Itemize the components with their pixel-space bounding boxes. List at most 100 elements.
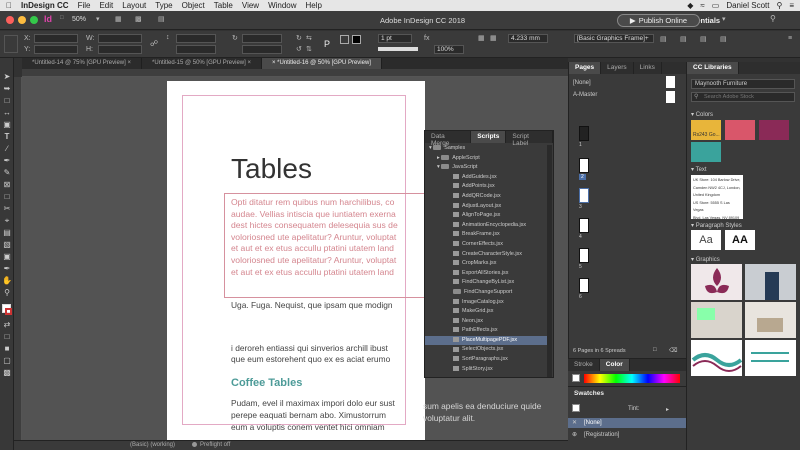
app-menu[interactable]: InDesign CC xyxy=(21,1,69,10)
fill-color-icon[interactable] xyxy=(572,374,580,382)
script-item[interactable]: AddGuides.jsx xyxy=(425,173,547,183)
trash-icon[interactable]: ⌫ xyxy=(669,347,677,354)
reference-P-icon[interactable]: P xyxy=(324,39,330,49)
folder-applescript[interactable]: ▸ AppleScript xyxy=(425,154,547,164)
stroke-weight-input[interactable]: 1 pt xyxy=(378,34,412,43)
rotation-input[interactable] xyxy=(242,34,282,43)
script-item[interactable]: CreateCharacterStyle.jsx xyxy=(425,250,547,260)
menu-type[interactable]: Type xyxy=(155,1,172,10)
pen-tool-icon[interactable]: ✒ xyxy=(2,156,12,166)
direct-selection-tool-icon[interactable]: ➥ xyxy=(2,84,12,94)
shear-input[interactable] xyxy=(242,45,282,54)
body-paragraph-2-line-2[interactable]: que eum estorehent quo ex es aciat erumo xyxy=(231,354,390,366)
flip-vertical-icon[interactable]: ⇅ xyxy=(306,45,312,53)
text-wrap-icon[interactable]: ▦ xyxy=(478,34,485,42)
scrollbar[interactable] xyxy=(547,145,552,377)
color-swatch-plum[interactable] xyxy=(759,120,789,140)
menu-table[interactable]: Table xyxy=(214,1,233,10)
formatting-container-icon[interactable]: □ xyxy=(2,332,12,342)
search-icon[interactable]: ⚲ xyxy=(770,14,776,23)
tab-pages[interactable]: Pages xyxy=(569,62,602,74)
graphic-photo-interior[interactable] xyxy=(745,302,796,338)
gap-tool-icon[interactable]: ↔ xyxy=(2,108,12,118)
tab-layers[interactable]: Layers xyxy=(601,62,634,74)
page-style-status[interactable]: (Basic) (working) xyxy=(130,442,175,448)
publish-online-button[interactable]: ▶ Publish Online xyxy=(617,14,700,27)
script-item[interactable]: BreakFrame.jsx xyxy=(425,230,547,240)
tab-stroke[interactable]: Stroke xyxy=(568,359,600,371)
script-item[interactable]: FindChangeSupport xyxy=(425,288,547,298)
tab-cc-libraries[interactable]: CC Libraries xyxy=(687,62,739,74)
script-item[interactable]: AddPoints.jsx xyxy=(425,182,547,192)
type-tool-icon[interactable]: T xyxy=(2,132,12,142)
scale-y-input[interactable] xyxy=(176,45,216,54)
scissors-tool-icon[interactable]: ✂ xyxy=(2,204,12,214)
paragraph-style-aa-light[interactable]: Aa xyxy=(691,230,721,250)
rotate-clockwise-icon[interactable]: ↻ xyxy=(296,34,302,42)
graphic-wave-pattern[interactable] xyxy=(691,340,743,376)
fill-color-icon[interactable] xyxy=(572,404,580,412)
text-asset-address[interactable]: UK Store: 104 Barlow Drive, Camden NW2 4… xyxy=(691,175,743,220)
free-transform-tool-icon[interactable]: ⌖ xyxy=(2,216,12,226)
tab-links[interactable]: Links xyxy=(634,62,662,74)
close-window-icon[interactable] xyxy=(6,16,14,24)
note-tool-icon[interactable]: ▣ xyxy=(2,252,12,262)
script-item[interactable]: CornerEffects.jsx xyxy=(425,240,547,250)
master-none[interactable]: [None] xyxy=(573,80,591,86)
object-style-dropdown[interactable]: [Basic Graphics Frame]+ xyxy=(574,34,654,43)
fill-swatch-icon[interactable] xyxy=(340,35,349,44)
swap-fill-stroke-icon[interactable]: ⇄ xyxy=(2,320,12,330)
stock-search-input[interactable]: Search Adobe Stock xyxy=(691,92,795,102)
dropbox-icon[interactable]: ◆ xyxy=(687,1,693,10)
tab-script-label[interactable]: Script Label xyxy=(506,131,553,147)
rectangle-tool-icon[interactable]: □ xyxy=(2,192,12,202)
zoom-tool-icon[interactable]: ⚲ xyxy=(2,288,12,298)
height-input[interactable] xyxy=(98,45,142,54)
script-item[interactable]: PathEffects.jsx xyxy=(425,326,547,336)
graphic-logo-thumb[interactable] xyxy=(691,264,742,300)
user-name[interactable]: Daniel Scott xyxy=(726,1,769,10)
body-paragraph-3-line-2[interactable]: perepe eaquati bernam abo. Ximustorrum xyxy=(231,410,386,422)
script-item[interactable]: ExportAllStories.jsx xyxy=(425,269,547,279)
stroke-color-icon[interactable] xyxy=(5,308,12,315)
zoom-level[interactable]: 50% xyxy=(72,16,86,23)
preflight-status[interactable]: Preflight off xyxy=(200,442,230,448)
reference-point-icon[interactable] xyxy=(4,35,18,53)
color-swatch-teal[interactable] xyxy=(691,142,721,162)
search-icon[interactable]: ⚲ xyxy=(776,1,782,10)
script-item[interactable]: SelectObjects.jsx xyxy=(425,345,547,355)
paragraph-style-aa-bold[interactable]: AA xyxy=(725,230,755,250)
text-section-label[interactable]: ▾ Text xyxy=(691,166,707,173)
menu-view[interactable]: View xyxy=(242,1,259,10)
apply-none-icon[interactable]: ▢ xyxy=(2,356,12,366)
color-spectrum[interactable] xyxy=(584,374,680,383)
document-page[interactable]: Tables Opti ditatur rem quibus num harch… xyxy=(167,81,524,440)
page-thumb-5[interactable] xyxy=(579,248,589,263)
dimension-input[interactable]: 4.233 mm xyxy=(508,34,548,43)
arrange-documents-icon[interactable]: ▤ xyxy=(158,15,165,23)
script-item[interactable]: MakeGrid.jsx xyxy=(425,307,547,317)
chevron-right-icon[interactable]: ▸ xyxy=(437,155,440,161)
minimize-window-icon[interactable] xyxy=(18,16,26,24)
constrain-proportions-icon[interactable]: ☍ xyxy=(150,39,158,48)
close-icon[interactable]: × xyxy=(247,60,251,66)
view-mode-icon[interactable]: ▩ xyxy=(2,368,12,378)
script-item[interactable]: AnimationEncyclopedia.jsx xyxy=(425,221,547,231)
swatch-row-registration[interactable]: ⊕ [Registration] xyxy=(568,430,686,440)
graphic-photo-desk[interactable] xyxy=(691,302,742,338)
width-input[interactable] xyxy=(98,34,142,43)
scale-x-input[interactable] xyxy=(176,34,216,43)
hand-tool-icon[interactable]: ✋ xyxy=(2,276,12,286)
body-paragraph-1[interactable]: Uga. Fuga. Nequist, que ipsam que modign xyxy=(231,300,393,312)
color-swatch-red[interactable] xyxy=(725,120,755,140)
script-item[interactable]: CropMarks.jsx xyxy=(425,259,547,269)
y-position-input[interactable] xyxy=(34,45,78,54)
gradient-feather-tool-icon[interactable]: ▧ xyxy=(2,240,12,250)
battery-icon[interactable]: ▭ xyxy=(712,1,720,10)
eyedropper-tool-icon[interactable]: ✒ xyxy=(2,264,12,274)
menu-file[interactable]: File xyxy=(78,1,91,10)
menu-edit[interactable]: Edit xyxy=(99,1,113,10)
stroke-type-dropdown[interactable] xyxy=(378,47,418,51)
script-item[interactable]: AlignToPage.jsx xyxy=(425,211,547,221)
gradient-tool-icon[interactable]: ▤ xyxy=(2,228,12,238)
